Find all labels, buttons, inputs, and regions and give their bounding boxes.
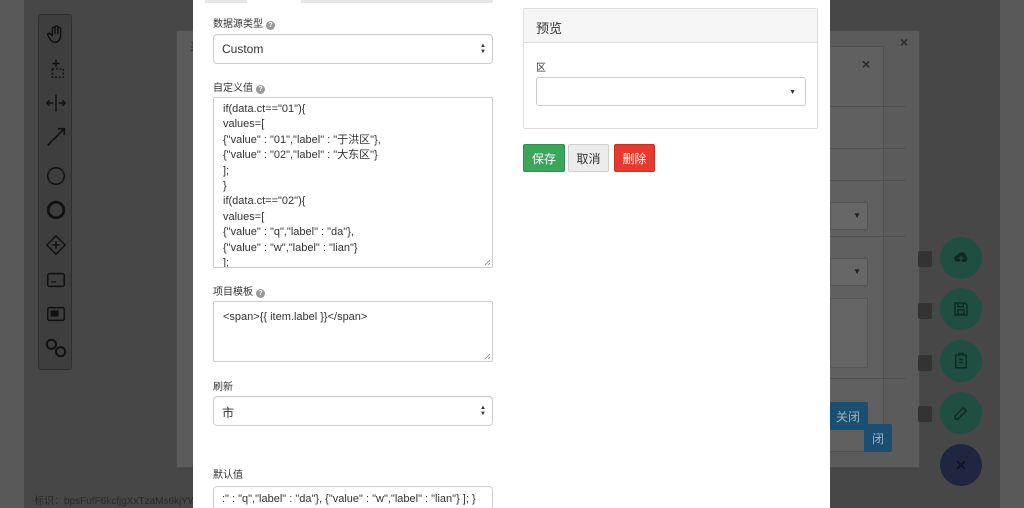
start-event-icon[interactable] — [44, 164, 68, 188]
item-template-value: <span>{{ item.label }}</span> — [223, 311, 368, 323]
item-template-label: 项目模板? — [213, 283, 265, 298]
code-line: ]; — [223, 164, 230, 177]
subprocess-icon[interactable] — [44, 302, 68, 326]
background-select: ▼ — [830, 258, 868, 286]
divider — [830, 106, 906, 107]
background-tab — [918, 406, 932, 422]
item-template-textarea[interactable]: <span>{{ item.label }}</span> — [213, 301, 493, 362]
divider — [830, 180, 906, 181]
preview-select[interactable]: ▼ — [536, 77, 806, 106]
datasource-type-value: Custom — [222, 42, 264, 56]
code-line: {"value" : "w","label" : "lian"} — [223, 241, 358, 254]
item-template-label-text: 项目模板 — [213, 287, 253, 298]
hand-icon[interactable] — [44, 23, 68, 47]
cloud-upload-icon[interactable] — [940, 237, 982, 279]
select-arrows-icon: ▲ ▼ — [480, 43, 486, 55]
preview-panel: 预览 区 ▼ — [523, 8, 818, 129]
link-icon[interactable] — [44, 336, 68, 360]
save-icon[interactable] — [940, 288, 982, 330]
divider — [830, 236, 906, 237]
delete-button[interactable]: 删除 — [614, 144, 655, 172]
toolbox — [38, 14, 72, 370]
custom-value-label: 自定义值? — [213, 79, 265, 94]
code-line: if(data.ct=="02"){ — [223, 195, 306, 208]
close-icon[interactable] — [940, 444, 982, 486]
code-line: if(data.ct=="01"){ — [223, 103, 306, 115]
code-line: {"value" : "01","label" : "于洪区"}, — [223, 133, 381, 146]
chevron-down-icon: ▼ — [789, 89, 796, 96]
background-inner-close-icon[interactable]: × — [862, 56, 870, 72]
tab-strip — [205, 0, 493, 3]
gateway-icon[interactable] — [44, 233, 68, 257]
divider — [830, 378, 906, 379]
refresh-label: 刷新 — [213, 382, 233, 393]
code-line: } — [223, 179, 227, 192]
cancel-button[interactable]: 取消 — [568, 144, 609, 172]
resize-handle-icon[interactable] — [484, 259, 491, 266]
code-line: {"value" : "02","label" : "大东区"} — [223, 149, 378, 162]
clipboard-icon[interactable] — [940, 340, 982, 382]
code-line: {"value" : "q","label" : "da"}, — [223, 226, 354, 239]
background-select: ▼ — [830, 202, 868, 230]
background-close-icon[interactable]: × — [900, 34, 908, 50]
connect-icon[interactable] — [44, 125, 68, 149]
default-value-label: 默认值 — [213, 470, 243, 481]
background-tab — [918, 251, 932, 267]
left-edge — [0, 0, 24, 508]
end-event-icon[interactable] — [44, 198, 68, 222]
datasource-type-label-text: 数据源类型 — [213, 19, 263, 30]
refresh-select[interactable]: 市 ▲ ▼ — [213, 396, 493, 426]
chevron-down-icon: ▼ — [853, 267, 861, 276]
help-icon[interactable]: ? — [256, 289, 265, 298]
custom-value-label-text: 自定义值 — [213, 83, 253, 94]
lasso-icon[interactable] — [44, 57, 68, 81]
chevron-down-icon: ▼ — [853, 211, 861, 220]
tab-active[interactable] — [247, 0, 301, 3]
select-arrows-icon: ▲ ▼ — [480, 405, 486, 417]
background-close-button-2[interactable]: 闭 — [864, 424, 892, 452]
help-icon[interactable]: ? — [256, 85, 265, 94]
code-line: ]; — [223, 256, 230, 268]
background-tab — [918, 303, 932, 319]
background-textarea — [830, 298, 868, 368]
datasource-type-select[interactable]: Custom ▲ ▼ — [213, 34, 493, 64]
resize-handle-icon[interactable] — [484, 353, 491, 360]
help-icon[interactable]: ? — [266, 21, 275, 30]
save-button[interactable]: 保存 — [523, 144, 565, 172]
background-tab — [918, 355, 932, 371]
space-icon[interactable] — [44, 91, 68, 115]
field-properties-modal: 数据源类型? Custom ▲ ▼ 自定义值? if(data.ct=="01")… — [193, 0, 830, 508]
code-line: values=[ — [223, 210, 265, 223]
edit-icon[interactable] — [940, 392, 982, 434]
preview-field-label: 区 — [536, 63, 546, 74]
task-icon[interactable] — [44, 268, 68, 292]
refresh-value: 市 — [222, 406, 235, 420]
preview-title: 预览 — [524, 9, 817, 43]
code-line: values=[ — [223, 118, 265, 131]
background-close-button[interactable]: 关闭 — [828, 402, 868, 430]
process-id-text: 标识：bpsFufF6kcfjgXxTzaMs6kjYWmA — [34, 496, 213, 507]
custom-value-textarea[interactable]: if(data.ct=="01"){ values=[ {"value" : "… — [213, 97, 493, 268]
right-edge — [1000, 0, 1024, 508]
default-value-input[interactable]: :" : "q","label" : "da"}, {"value" : "w"… — [213, 486, 493, 508]
divider — [830, 148, 906, 149]
datasource-type-label: 数据源类型? — [213, 15, 275, 30]
